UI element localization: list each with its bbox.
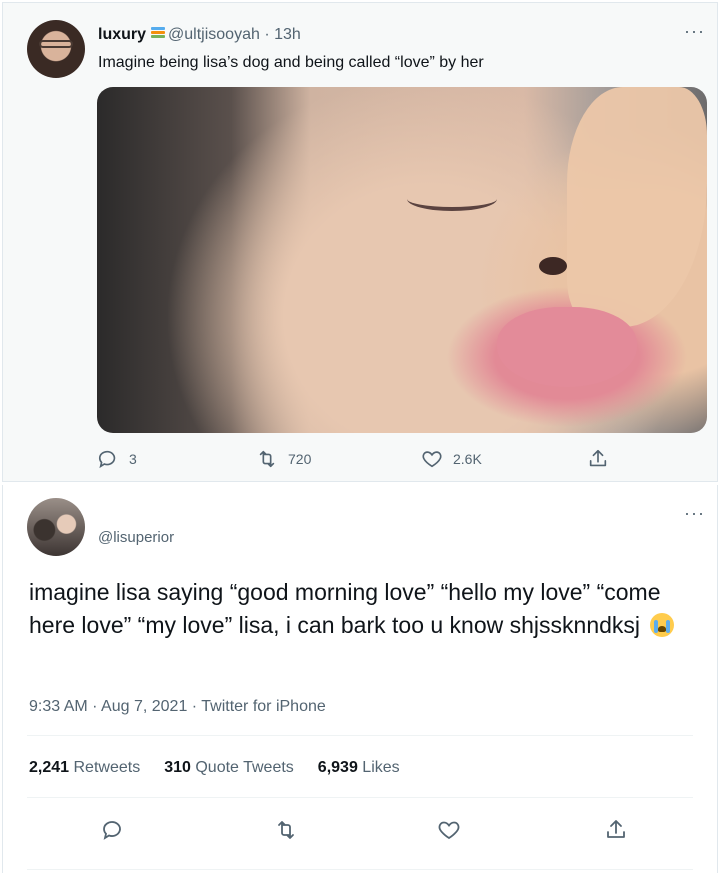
retweets-count: 2,241 [29, 759, 70, 776]
separator-dot: · [264, 26, 270, 43]
display-name[interactable]: luxury [98, 26, 146, 43]
likes-stat[interactable]: 6,939 Likes [318, 759, 400, 777]
share-icon [589, 449, 607, 467]
tweet-header: luxury @ultjisooyah · 13h [98, 25, 301, 45]
tweet-media-image[interactable] [97, 87, 707, 433]
divider [27, 797, 693, 798]
quote-tweets-label: Quote Tweets [195, 759, 294, 776]
likes-count: 6,939 [317, 759, 358, 776]
more-options-button[interactable]: ··· [684, 503, 705, 524]
share-icon [607, 820, 625, 838]
divider [27, 869, 693, 870]
divider [27, 735, 693, 736]
more-options-button[interactable]: ··· [684, 21, 705, 42]
heart-icon [438, 821, 460, 840]
likes-label: Likes [362, 759, 400, 776]
books-emoji-icon [151, 27, 166, 38]
reply-button[interactable] [101, 818, 125, 847]
retweet-button[interactable] [274, 818, 298, 847]
share-button[interactable] [587, 448, 609, 470]
retweet-button[interactable]: 720 [256, 448, 311, 470]
tweet-text: imagine lisa saying “good morning love” … [29, 579, 661, 638]
quote-tweets-stat[interactable]: 310 Quote Tweets [164, 759, 294, 777]
reply-icon [103, 821, 121, 840]
tweet-card-2[interactable]: @lisuperior ··· imagine lisa saying “goo… [2, 485, 718, 873]
like-button[interactable] [437, 818, 461, 847]
retweet-count: 720 [288, 451, 312, 467]
user-handle[interactable]: @ultjisooyah [168, 26, 260, 43]
tweet-stats: 2,241 Retweets 310 Quote Tweets 6,939 Li… [29, 759, 400, 777]
tweet-timestamp[interactable]: 9:33 AM · Aug 7, 2021 · Twitter for iPho… [29, 698, 326, 716]
tweet-card-1[interactable]: luxury @ultjisooyah · 13h ··· Imagine be… [2, 2, 718, 482]
avatar[interactable] [27, 498, 85, 556]
reply-button[interactable]: 3 [97, 448, 137, 470]
user-handle[interactable]: @lisuperior [98, 529, 174, 546]
heart-icon [422, 451, 442, 468]
tweet-text-block: imagine lisa saying “good morning love” … [29, 576, 689, 642]
retweets-stat[interactable]: 2,241 Retweets [29, 759, 140, 777]
retweet-icon [259, 450, 275, 468]
like-button[interactable]: 2.6K [421, 448, 482, 470]
avatar[interactable] [27, 20, 85, 78]
tweet-time[interactable]: 13h [274, 26, 301, 43]
quote-tweets-count: 310 [164, 759, 191, 776]
share-button[interactable] [604, 818, 628, 847]
tweet-text: Imagine being lisa’s dog and being calle… [98, 54, 484, 71]
reply-icon [98, 450, 116, 469]
retweet-icon [278, 821, 294, 839]
retweets-label: Retweets [73, 759, 141, 776]
like-count: 2.6K [453, 451, 482, 467]
reply-count: 3 [129, 451, 137, 467]
loudly-crying-face-icon [650, 613, 675, 637]
